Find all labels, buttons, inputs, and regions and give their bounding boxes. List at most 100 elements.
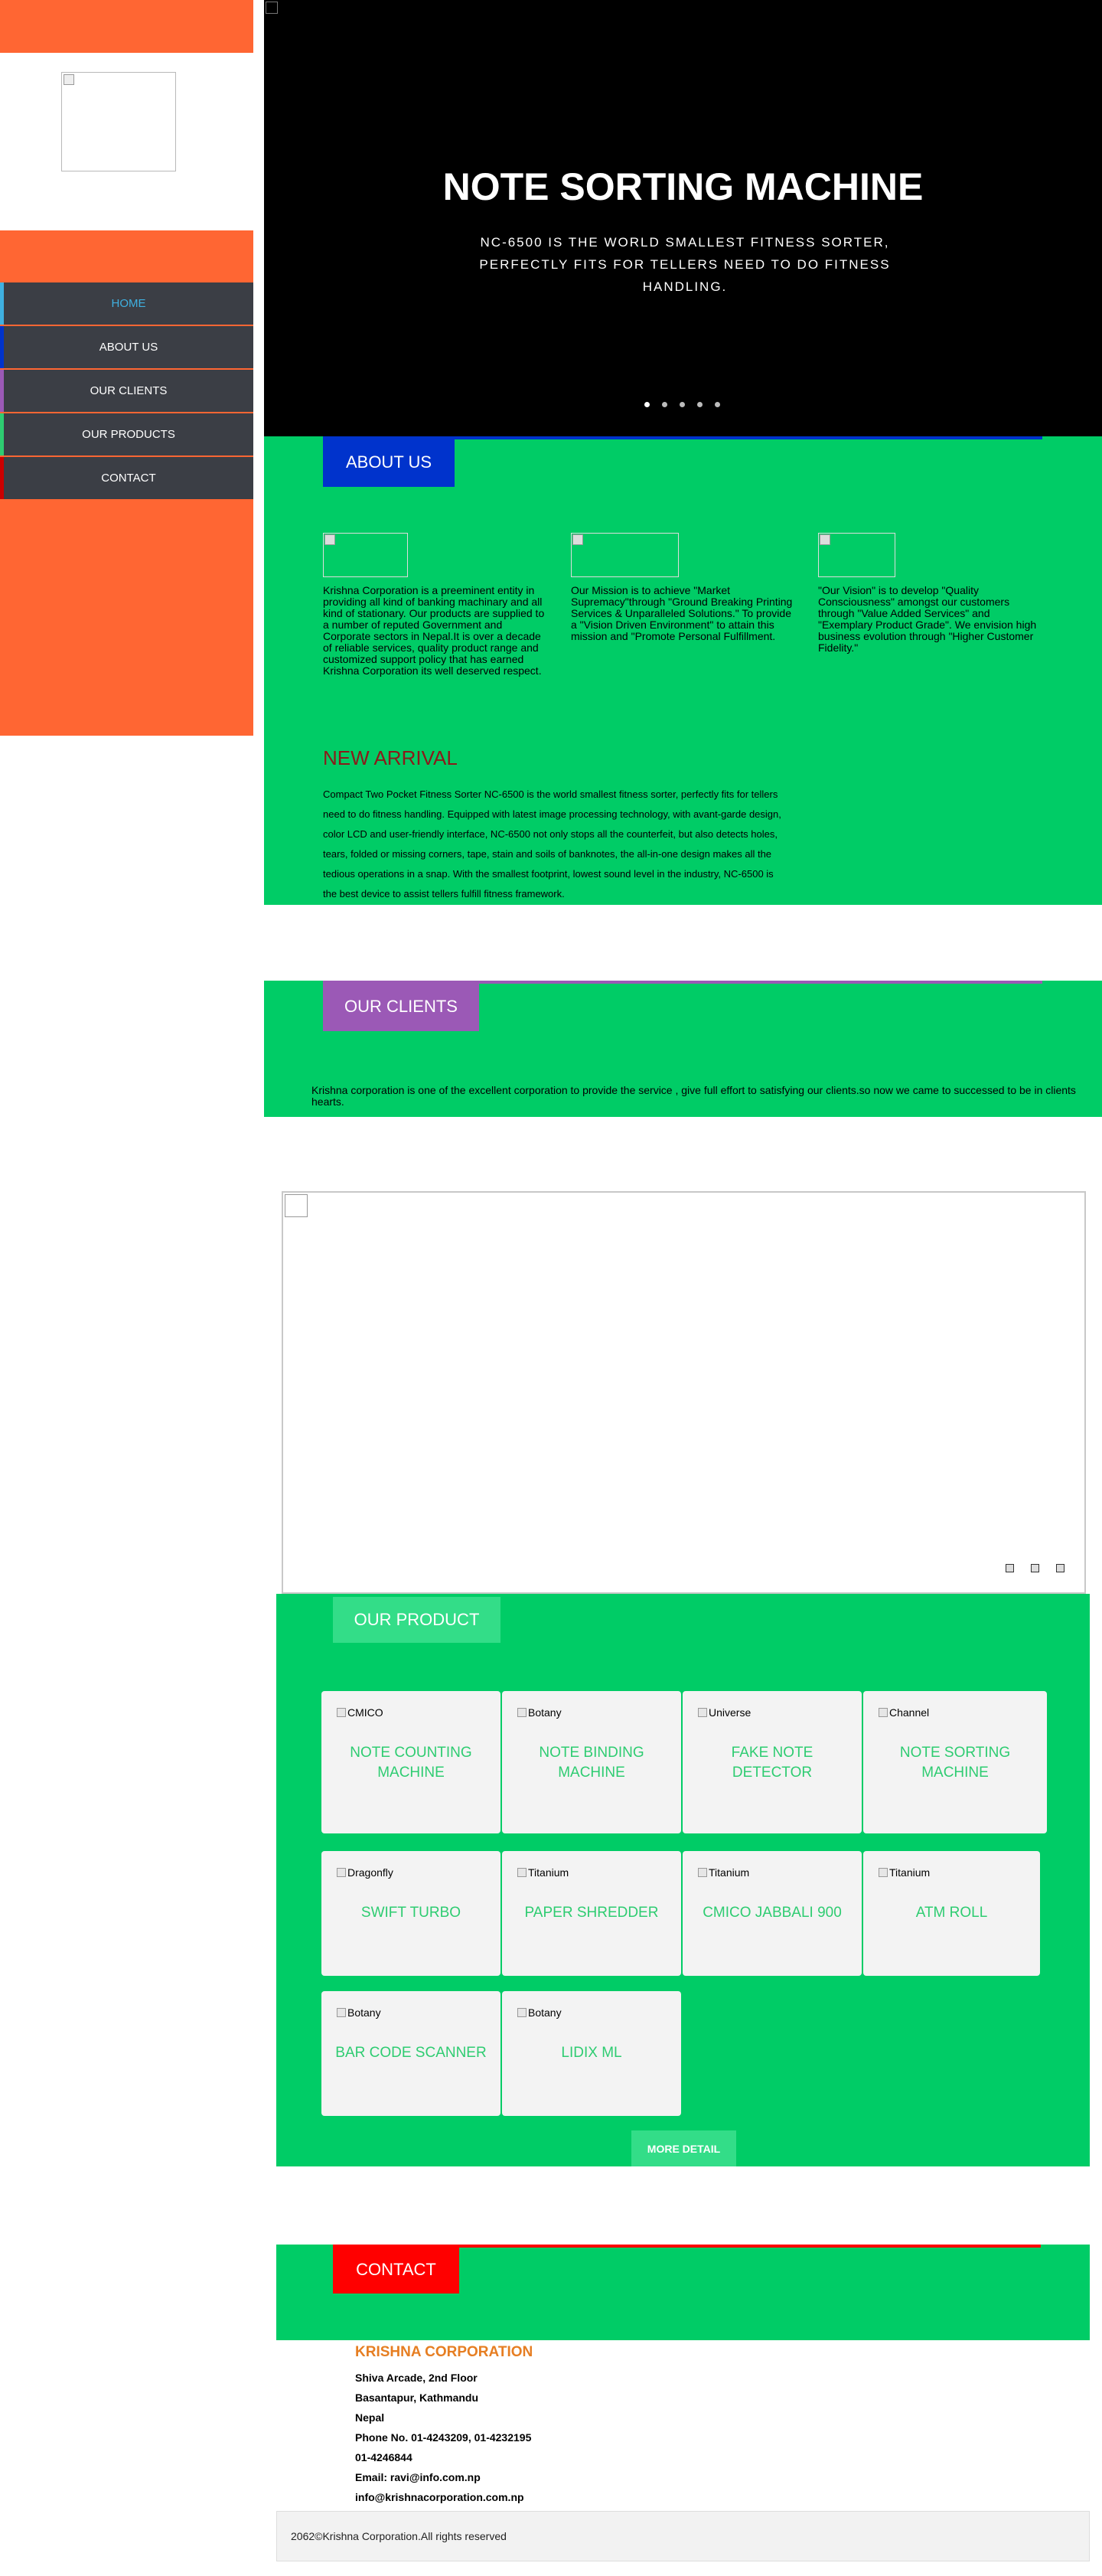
product-image-slider (282, 1191, 1086, 1594)
mission-card-image (571, 533, 679, 577)
broken-image-icon (337, 2008, 346, 2017)
logo[interactable] (61, 72, 176, 171)
sidebar-item-our-products[interactable]: OUR PRODUCTS (0, 413, 253, 455)
contact-info: KRISHNA CORPORATION Shiva Arcade, 2nd Fl… (355, 2344, 661, 2507)
product-brand: Botany (517, 2006, 562, 2019)
product-brand-label: Universe (709, 1706, 752, 1719)
broken-image-icon (517, 1708, 527, 1717)
company-name: KRISHNA CORPORATION (355, 2344, 533, 2360)
broken-image-icon (337, 1708, 346, 1717)
about-card-image (323, 533, 408, 577)
product-name: BAR CODE SCANNER (335, 2045, 487, 2061)
sidebar-item-label: OUR CLIENTS (90, 384, 168, 397)
product-brand: Channel (879, 1706, 929, 1719)
about-section: ABOUT US Krishna Corporation is a preemi… (264, 436, 1102, 905)
product-brand: Titanium (517, 1866, 569, 1879)
broken-image-icon (572, 534, 583, 545)
about-card-text: Krishna Corporation is a preeminent enti… (323, 584, 545, 677)
slider-dot[interactable] (715, 402, 720, 407)
broken-image-icon (324, 534, 335, 545)
product-brand-label: Dragonfly (347, 1866, 393, 1879)
product-brand: Botany (517, 1706, 562, 1719)
sidebar-nav: HOME ABOUT US OUR CLIENTS OUR PRODUCTS C… (0, 282, 253, 501)
products-section: OUR PRODUCT CMICO NOTE COUNTING MACHINE … (276, 1594, 1090, 2166)
contact-tab[interactable]: CONTACT (333, 2246, 459, 2294)
product-brand-label: Botany (347, 2006, 381, 2019)
address-line: Nepal (355, 2411, 385, 2424)
product-card[interactable]: Universe FAKE NOTE DETECTOR (683, 1691, 862, 1833)
product-brand-label: Botany (528, 1706, 562, 1719)
clients-tab[interactable]: OUR CLIENTS (323, 982, 479, 1031)
slider-dot[interactable] (644, 402, 650, 407)
product-brand: Dragonfly (337, 1866, 393, 1879)
hero-subtitle: NC-6500 IS THE WORLD SMALLEST FITNESS SO… (479, 235, 891, 294)
product-brand-label: Channel (889, 1706, 930, 1719)
product-brand: Universe (698, 1706, 751, 1719)
product-name: CMICO JABBALI 900 (703, 1905, 842, 1921)
product-card[interactable]: Channel NOTE SORTING MACHINE (863, 1691, 1047, 1833)
slider-control[interactable] (1031, 1564, 1039, 1572)
address-line: Basantapur, Kathmandu (355, 2392, 479, 2404)
product-name: NOTE SORTING MACHINE (899, 1745, 1011, 1781)
product-name: SWIFT TURBO (360, 1905, 461, 1921)
about-tab[interactable]: ABOUT US (323, 438, 455, 487)
vision-card-image (818, 533, 895, 577)
product-name: NOTE COUNTING MACHINE (350, 1745, 472, 1781)
product-card[interactable]: Titanium PAPER SHREDDER (502, 1851, 681, 1976)
products-tab[interactable]: OUR PRODUCT (333, 1597, 500, 1643)
slider-dot[interactable] (680, 402, 685, 407)
new-arrival-title: NEW ARRIVAL (323, 746, 458, 769)
sidebar-item-label: OUR PRODUCTS (82, 428, 175, 441)
product-card[interactable]: Titanium ATM ROLL (863, 1851, 1040, 1976)
product-card[interactable]: Botany LIDIX ML (502, 1991, 681, 2116)
broken-image-icon (879, 1708, 888, 1717)
slider-dot[interactable] (662, 402, 667, 407)
broken-image-icon (64, 74, 74, 85)
product-card[interactable]: Titanium CMICO JABBALI 900 (683, 1851, 862, 1976)
more-detail-button[interactable]: MORE DETAIL (631, 2130, 736, 2166)
sidebar-item-label: HOME (111, 297, 146, 310)
product-card[interactable]: CMICO NOTE COUNTING MACHINE (321, 1691, 500, 1833)
sidebar-item-our-clients[interactable]: OUR CLIENTS (0, 370, 253, 412)
email-line: info@krishnacorporation.com.np (355, 2491, 524, 2503)
product-name: ATM ROLL (915, 1905, 988, 1921)
product-card[interactable]: Dragonfly SWIFT TURBO (321, 1851, 500, 1976)
product-name: PAPER SHREDDER (524, 1905, 659, 1921)
product-brand-label: Titanium (528, 1866, 569, 1879)
sidebar-item-about-us[interactable]: ABOUT US (0, 326, 253, 368)
slider-dot[interactable] (697, 402, 703, 407)
copyright-text: 2062©Krishna Corporation.All rights rese… (291, 2530, 507, 2542)
contact-section: CONTACT (276, 2245, 1090, 2340)
footer: 2062©Krishna Corporation.All rights rese… (276, 2511, 1090, 2561)
broken-image-icon (820, 534, 830, 545)
mission-card-text: Our Mission is to achieve "Market Suprem… (571, 584, 793, 642)
product-brand-label: Titanium (889, 1866, 931, 1879)
broken-image-icon (517, 1868, 527, 1877)
product-brand: Titanium (879, 1866, 930, 1879)
broken-image-icon (337, 1868, 346, 1877)
product-brand: CMICO (337, 1706, 383, 1719)
sidebar-item-home[interactable]: HOME (0, 282, 253, 325)
sidebar-top-bar (0, 0, 253, 53)
clients-section: OUR CLIENTS Krishna corporation is one o… (264, 981, 1102, 1117)
product-brand: Botany (337, 2006, 381, 2019)
broken-image-icon (517, 2008, 527, 2017)
broken-image-icon (879, 1868, 888, 1877)
product-name: FAKE NOTE DETECTOR (731, 1745, 813, 1781)
product-name: NOTE BINDING MACHINE (539, 1745, 644, 1781)
slider-controls (1006, 1564, 1065, 1572)
slider-control[interactable] (1006, 1564, 1014, 1572)
phone-line: 01-4246844 (355, 2451, 412, 2463)
sidebar-item-contact[interactable]: CONTACT (0, 457, 253, 499)
slider-control[interactable] (1056, 1564, 1065, 1572)
broken-image-icon (285, 1194, 308, 1217)
product-card[interactable]: Botany BAR CODE SCANNER (321, 1991, 500, 2116)
clients-text: Krishna corporation is one of the excell… (311, 1084, 1076, 1108)
hero-title: NOTE SORTING MACHINE (442, 165, 924, 208)
product-card[interactable]: Botany NOTE BINDING MACHINE (502, 1691, 681, 1833)
vision-card-text: "Our Vision" is to develop "Quality Cons… (818, 584, 1037, 654)
phone-line: Phone No. 01-4243209, 01-4232195 (355, 2431, 532, 2444)
sidebar-item-label: CONTACT (101, 472, 156, 485)
product-brand: Titanium (698, 1866, 749, 1879)
new-arrival-text: Compact Two Pocket Fitness Sorter NC-650… (323, 788, 781, 899)
